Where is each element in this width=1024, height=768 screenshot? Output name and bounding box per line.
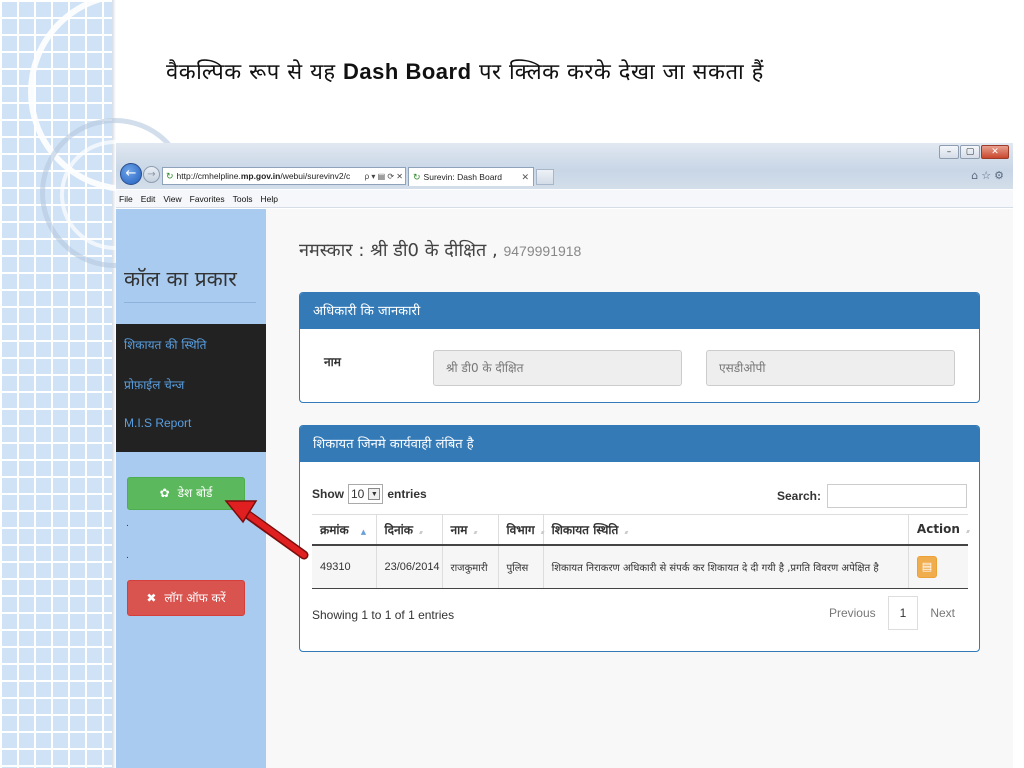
officer-post-field: एसडीओपी	[706, 350, 955, 386]
column-header-department[interactable]: विभाग	[497, 514, 544, 546]
tab-title: Surevin: Dash Board	[423, 172, 502, 182]
sidebar-item-complaint-status[interactable]: शिकायत की स्थिति	[116, 336, 266, 376]
sidebar: कॉल का प्रकार शिकायत की स्थिति प्रोफ़ाईल…	[116, 209, 266, 768]
greeting-phone: 9479991918	[503, 243, 582, 259]
table-header-row: क्रमांक दिनांक नाम विभाग शिकायत स्थिति A…	[312, 514, 968, 546]
column-header-status[interactable]: शिकायत स्थिति	[542, 514, 909, 546]
browser-window: – ▢ ✕ ← → ↻ http://cmhelpline.mp.gov.in/…	[116, 143, 1013, 768]
column-header-id[interactable]: क्रमांक	[312, 514, 376, 546]
officer-info-panel: अधिकारी कि जानकारी नाम श्री डी0 के दीक्ष…	[299, 292, 980, 403]
cell-action: ▤	[907, 544, 968, 589]
address-bar[interactable]: ↻ http://cmhelpline.mp.gov.in/webui/sure…	[162, 167, 406, 185]
complaints-table: क्रमांक दिनांक नाम विभाग शिकायत स्थिति A…	[312, 514, 968, 589]
column-header-name[interactable]: नाम	[441, 514, 498, 546]
browser-tab[interactable]: ↻ Surevin: Dash Board ✕	[408, 167, 534, 186]
table-info: Showing 1 to 1 of 1 entries	[312, 608, 455, 622]
sidebar-divider	[124, 302, 256, 303]
dashboard-button[interactable]: ✿ डेश बोर्ड	[127, 477, 245, 510]
slide-title-bold: Dash Board	[343, 59, 472, 84]
site-favicon-icon: ↻	[166, 170, 174, 181]
logout-button[interactable]: ✖ लॉग ऑफ करें	[127, 580, 245, 616]
cell-name: राजकुमारी	[441, 544, 498, 589]
greeting-text: नमस्कार : श्री डी0 के दीक्षित ,	[299, 240, 498, 261]
greeting: नमस्कार : श्री डी0 के दीक्षित , 94799919…	[299, 238, 581, 262]
pagination-next[interactable]: Next	[918, 598, 967, 628]
table-search: Search:	[777, 484, 967, 508]
pagination-page[interactable]: 1	[887, 596, 919, 630]
page-length-control: Show 10 ▼ entries	[312, 484, 427, 504]
cell-date: 23/06/2014	[375, 544, 442, 589]
address-tools-icons[interactable]: ρ ▾ ▤ ⟳ ✕	[363, 172, 405, 181]
menu-help[interactable]: Help	[260, 194, 277, 204]
slide-title-post: पर क्लिक करके देखा जा सकता हैं	[471, 60, 764, 85]
officer-panel-title: अधिकारी कि जानकारी	[300, 293, 979, 329]
menu-edit[interactable]: Edit	[141, 194, 156, 204]
sidebar-dot: .	[126, 519, 129, 529]
logout-button-label: लॉग ऑफ करें	[164, 591, 226, 605]
sidebar-heading: कॉल का प्रकार	[124, 267, 237, 291]
main-content: नमस्कार : श्री डी0 के दीक्षित , 94799919…	[266, 209, 1013, 768]
forward-arrow-icon: →	[147, 169, 156, 180]
browser-titlebar: – ▢ ✕ ← → ↻ http://cmhelpline.mp.gov.in/…	[116, 143, 1013, 189]
tab-close-icon[interactable]: ✕	[521, 172, 533, 183]
menu-file[interactable]: File	[119, 194, 133, 204]
dashboard-button-label: डेश बोर्ड	[177, 486, 213, 500]
cell-id: 49310	[312, 544, 376, 589]
view-details-icon[interactable]: ▤	[916, 555, 937, 578]
column-header-date[interactable]: दिनांक	[375, 514, 442, 546]
forward-button[interactable]: →	[143, 166, 160, 183]
gear-icon: ✿	[159, 486, 170, 500]
page-length-select[interactable]: 10 ▼	[348, 484, 384, 504]
page-length-value: 10	[351, 487, 365, 501]
show-label: Show	[312, 487, 344, 501]
cell-status: शिकायत निराकरण अधिकारी से संपर्क कर शिका…	[542, 544, 909, 589]
browser-menubar: File Edit View Favorites Tools Help	[116, 190, 1013, 208]
new-tab-button[interactable]	[536, 169, 554, 185]
cell-department: पुलिस	[497, 544, 544, 589]
sidebar-item-profile-change[interactable]: प्रोफ़ाईल चेन्ज	[116, 376, 266, 416]
pagination-previous[interactable]: Previous	[817, 598, 888, 628]
entries-label: entries	[387, 487, 427, 501]
url-prefix: http://cmhelpline.	[176, 171, 241, 181]
pending-complaints-panel: शिकायत जिनमे कार्यवाही लंबित है Show 10 ▼…	[299, 425, 980, 652]
table-row: 49310 23/06/2014 राजकुमारी पुलिस शिकायत …	[312, 544, 968, 589]
search-input[interactable]	[827, 484, 967, 508]
search-label: Search:	[776, 489, 821, 503]
sidebar-menu: शिकायत की स्थिति प्रोफ़ाईल चेन्ज M.I.S R…	[116, 324, 266, 452]
browser-tool-icons[interactable]: ⌂☆⚙	[971, 169, 1007, 182]
sidebar-dot: .	[126, 551, 129, 561]
pagination: Previous 1 Next	[817, 596, 967, 630]
officer-name-field: श्री डी0 के दीक्षित	[433, 350, 682, 386]
close-window-button[interactable]: ✕	[981, 145, 1009, 159]
name-label: नाम	[324, 355, 341, 369]
column-header-action[interactable]: Action	[907, 514, 968, 546]
menu-view[interactable]: View	[163, 194, 181, 204]
menu-favorites[interactable]: Favorites	[190, 194, 225, 204]
tab-favicon-icon: ↻	[413, 171, 421, 182]
slide-title: वैकल्पिक रूप से यह Dash Board पर क्लिक क…	[166, 56, 764, 86]
back-arrow-icon: ←	[125, 166, 137, 181]
menu-tools[interactable]: Tools	[233, 194, 253, 204]
window-controls: – ▢ ✕	[939, 145, 1009, 159]
complaints-panel-title: शिकायत जिनमे कार्यवाही लंबित है	[300, 426, 979, 462]
back-button[interactable]: ←	[120, 163, 142, 185]
minimize-button[interactable]: –	[939, 145, 959, 159]
sidebar-item-mis-report[interactable]: M.I.S Report	[116, 416, 266, 456]
slide-title-pre: वैकल्पिक रूप से यह	[166, 60, 344, 85]
url-suffix: /webui/surevinv2/c	[280, 171, 351, 181]
close-icon: ✖	[146, 591, 157, 605]
maximize-button[interactable]: ▢	[960, 145, 980, 159]
url-domain: mp.gov.in	[240, 171, 281, 181]
chevron-down-icon: ▼	[368, 488, 381, 500]
web-page: कॉल का प्रकार शिकायत की स्थिति प्रोफ़ाईल…	[116, 209, 1013, 768]
address-url: http://cmhelpline.mp.gov.in/webui/surevi…	[177, 171, 363, 181]
